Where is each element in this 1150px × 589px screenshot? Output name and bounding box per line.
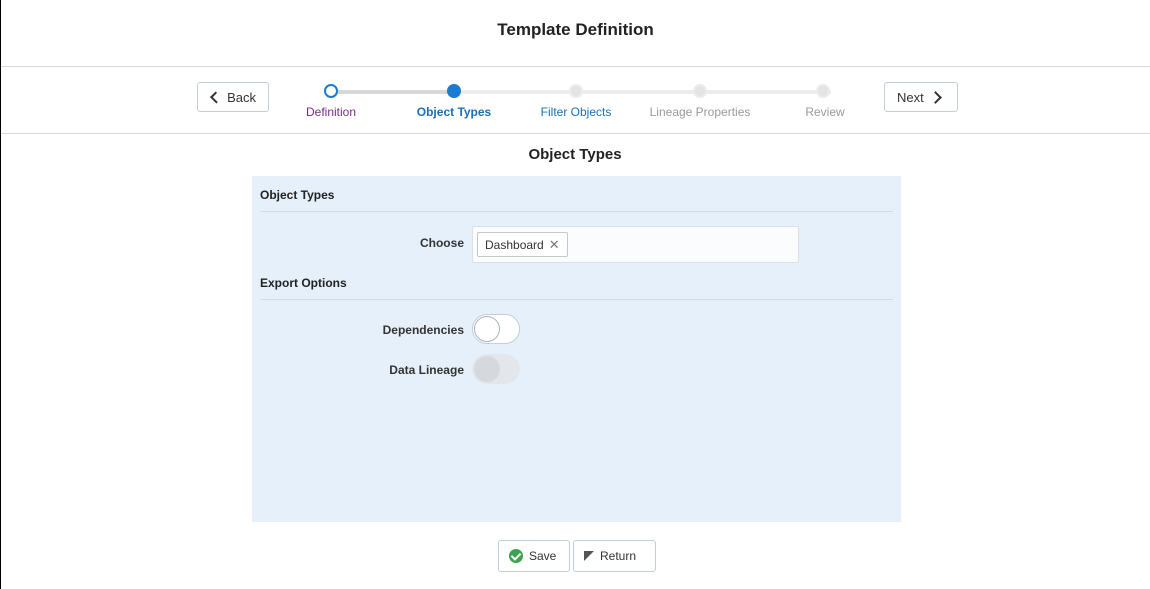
return-icon (584, 551, 594, 561)
object-types-header: Object Types (260, 188, 893, 212)
return-button-label: Return (600, 549, 637, 563)
train-track-completed (336, 90, 458, 94)
page-header: Template Definition (1, 0, 1150, 67)
check-circle-icon (509, 549, 523, 563)
data-lineage-switch (472, 354, 520, 384)
train-label-filter-objects[interactable]: Filter Objects (541, 105, 612, 119)
page-title: Template Definition (497, 20, 654, 39)
train-label-object-types: Object Types (416, 105, 492, 119)
train-stop-review (816, 84, 830, 98)
chevron-right-icon (928, 90, 942, 104)
chevron-left-icon (210, 90, 223, 104)
data-lineage-label: Data Lineage (389, 363, 464, 377)
dependencies-label: Dependencies (382, 323, 464, 337)
step-train: Back Definition Object Types Filter Obje… (1, 67, 1150, 134)
dependencies-switch-knob (474, 316, 500, 342)
save-button-label: Save (529, 549, 557, 563)
train-stop-definition[interactable] (324, 84, 338, 98)
data-lineage-switch-knob (474, 356, 500, 382)
next-button-label: Next (897, 89, 924, 105)
train-label-definition[interactable]: Definition (306, 105, 356, 119)
train-stop-object-types (447, 84, 461, 98)
object-types-panel: Object Types Choose Dashboard ✕ Export O… (252, 176, 901, 522)
chip-label: Dashboard (485, 237, 544, 252)
back-button[interactable]: Back (197, 82, 269, 112)
export-options-header: Export Options (260, 276, 893, 300)
train-stop-lineage-properties (693, 84, 707, 98)
train-label-review: Review (805, 105, 845, 119)
section-title: Object Types (528, 146, 622, 163)
train-track-remaining (456, 90, 831, 94)
selected-chip: Dashboard ✕ (477, 232, 568, 257)
train-stop-filter-objects[interactable] (569, 84, 583, 98)
save-button[interactable]: Save (498, 540, 570, 572)
dependencies-switch[interactable] (472, 314, 520, 344)
back-button-label: Back (227, 89, 256, 105)
remove-chip-icon[interactable]: ✕ (549, 237, 560, 253)
next-button[interactable]: Next (884, 82, 958, 112)
return-button[interactable]: Return (573, 540, 656, 572)
choose-label: Choose (419, 236, 464, 250)
train-label-lineage-properties: Lineage Properties (649, 105, 751, 119)
choose-select[interactable]: Dashboard ✕ (472, 226, 799, 263)
